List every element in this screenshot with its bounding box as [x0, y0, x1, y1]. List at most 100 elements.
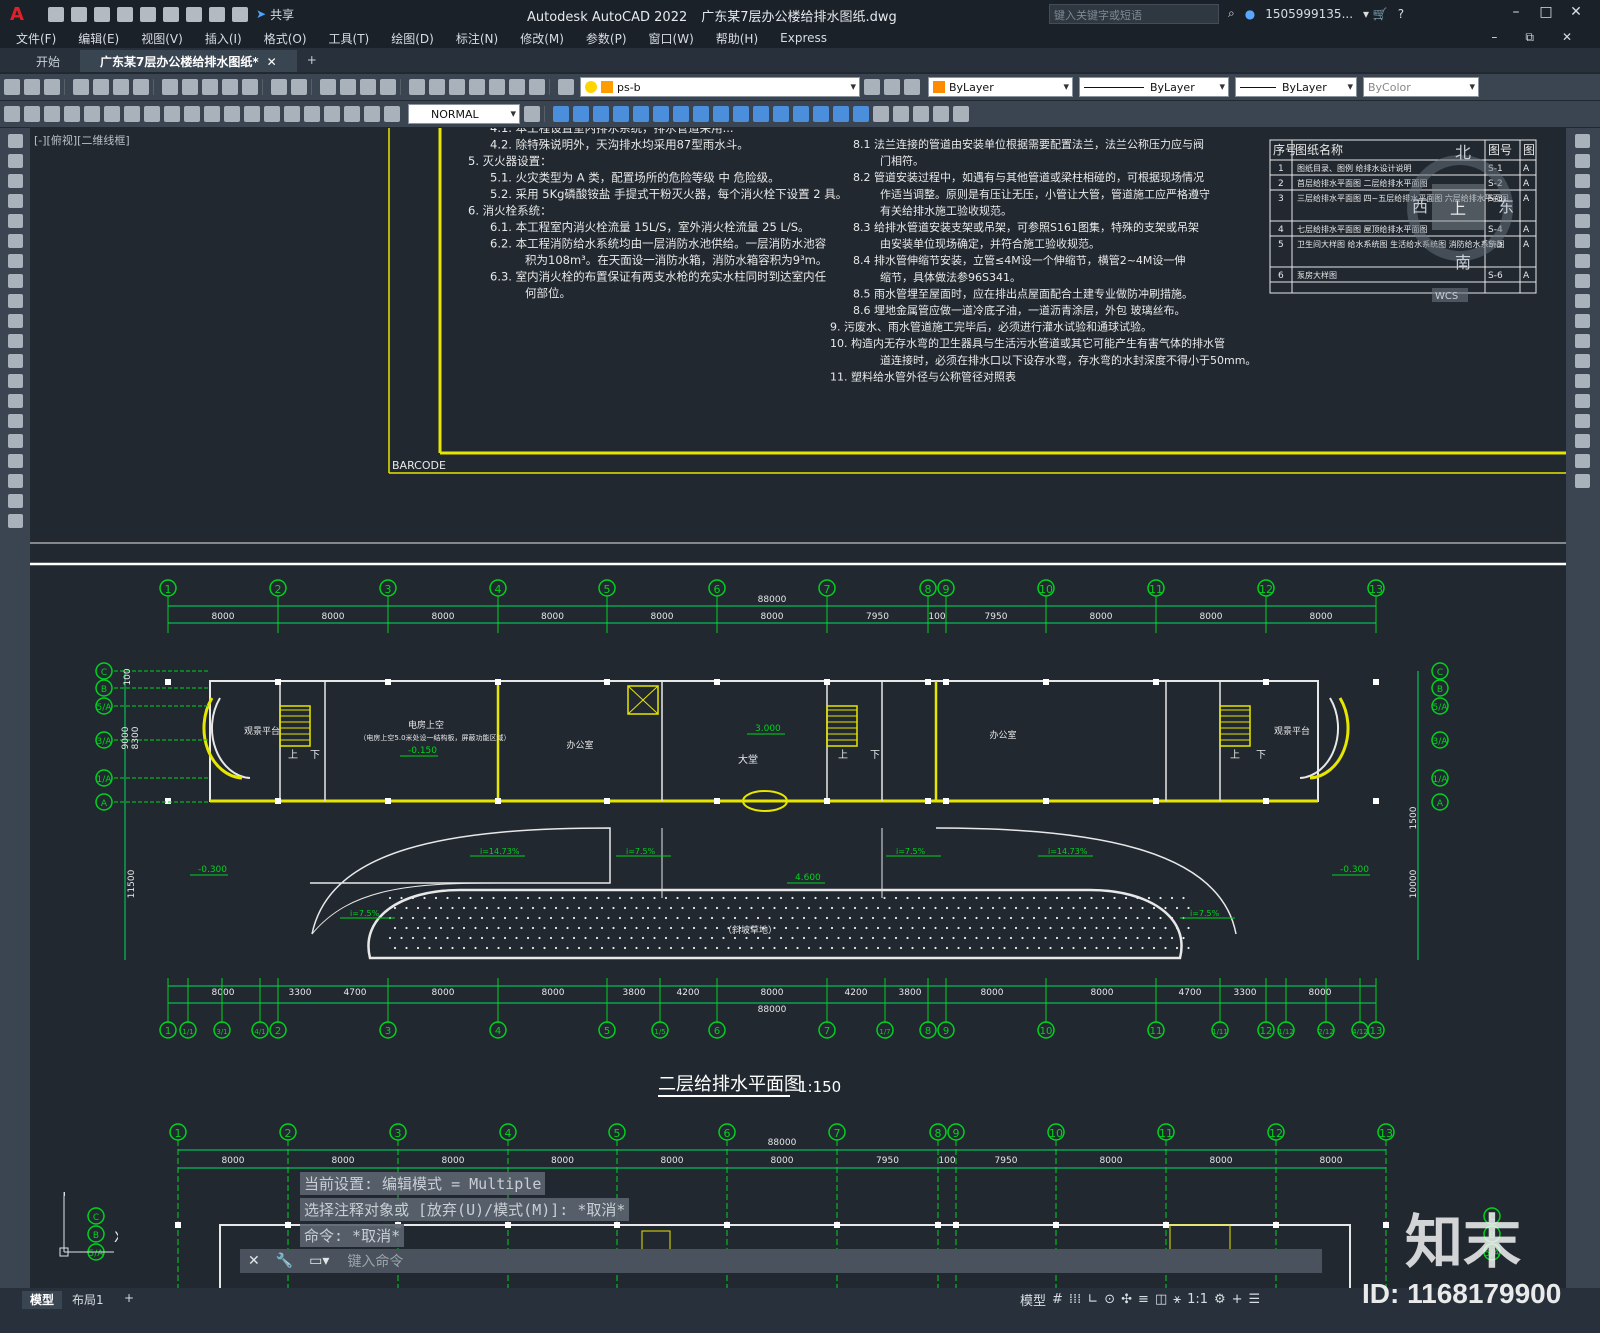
make-current-icon[interactable] — [904, 79, 920, 95]
scale-icon[interactable] — [1575, 274, 1590, 288]
add-layout-button[interactable]: + — [116, 1291, 142, 1309]
properties-icon[interactable] — [409, 79, 425, 95]
customize-status-icon[interactable]: ☰ — [1249, 1292, 1261, 1307]
menu-item-12[interactable]: Express — [780, 31, 827, 45]
copy-icon[interactable] — [182, 79, 198, 95]
tool-palettes-icon[interactable] — [449, 79, 465, 95]
tab-layout1[interactable]: 布局1 — [64, 1291, 112, 1309]
annotation-scale[interactable]: 1:1 — [1187, 1292, 1208, 1307]
menu-item-4[interactable]: 格式(O) — [264, 30, 307, 47]
extend-icon[interactable] — [733, 106, 749, 122]
dim-break-icon[interactable] — [244, 106, 260, 122]
hatch-icon[interactable] — [8, 414, 23, 428]
tab-close-icon[interactable]: ✕ — [267, 55, 277, 69]
3d-print-icon[interactable] — [133, 79, 149, 95]
explode-icon[interactable] — [833, 106, 849, 122]
zoom-previous-icon[interactable] — [380, 79, 396, 95]
rotate-icon[interactable] — [653, 106, 669, 122]
dim-angular-icon[interactable] — [144, 106, 160, 122]
dim-linear-icon[interactable] — [4, 106, 20, 122]
open-icon[interactable] — [24, 79, 40, 95]
gradient-icon[interactable] — [8, 434, 23, 448]
sheet-set-icon[interactable] — [469, 79, 485, 95]
save-web-icon[interactable] — [163, 6, 179, 22]
break-at-point-icon[interactable] — [1575, 354, 1590, 368]
move-icon[interactable] — [633, 106, 649, 122]
circle-icon[interactable] — [8, 254, 23, 268]
doc-close-icon[interactable]: ✕ — [1562, 30, 1572, 45]
cut-icon[interactable] — [162, 79, 178, 95]
dimstyle-manager-icon[interactable] — [524, 106, 540, 122]
arc-icon[interactable] — [8, 234, 23, 248]
user-area[interactable]: ⌕ ● 1505999135... ▾ 🛒 ? — [1228, 6, 1404, 21]
polar-icon[interactable]: ⊙ — [1104, 1292, 1115, 1307]
offset-icon[interactable] — [1575, 194, 1590, 208]
insert-block-icon[interactable] — [8, 354, 23, 368]
menu-item-7[interactable]: 标注(N) — [456, 30, 498, 47]
stretch-icon[interactable] — [693, 106, 709, 122]
command-prompt-icon[interactable]: ▭▾ — [309, 1253, 329, 1269]
preview-icon[interactable] — [93, 79, 109, 95]
spline-edit-icon[interactable] — [953, 106, 969, 122]
rectangle-icon[interactable] — [8, 214, 23, 228]
menu-item-0[interactable]: 文件(F) — [16, 30, 56, 47]
model-space-toggle[interactable]: 模型 — [1020, 1290, 1046, 1309]
polyline-icon[interactable] — [8, 174, 23, 188]
lineweight-icon[interactable]: ≡ — [1138, 1292, 1149, 1307]
minimize-button[interactable]: – — [1506, 4, 1526, 20]
undo-icon[interactable] — [271, 79, 287, 95]
draworder-icon[interactable] — [893, 106, 909, 122]
chamfer-icon[interactable] — [793, 106, 809, 122]
undo-icon[interactable] — [209, 6, 225, 22]
menu-item-3[interactable]: 插入(I) — [205, 30, 242, 47]
search-input[interactable]: 键入关键字或短语 — [1049, 4, 1219, 24]
markup-icon[interactable] — [489, 79, 505, 95]
new-icon[interactable] — [48, 6, 64, 22]
selection-cycling-icon[interactable]: ◫ — [1155, 1292, 1167, 1307]
tab-drawing[interactable]: 广东某7层办公楼给排水图纸* ✕ — [80, 50, 297, 72]
share-button[interactable]: ➤ 共享 — [256, 6, 294, 23]
zoom-window-icon[interactable] — [360, 79, 376, 95]
close-button[interactable]: ✕ — [1566, 4, 1586, 20]
center-mark-icon[interactable] — [284, 106, 300, 122]
match-properties-icon[interactable] — [222, 79, 238, 95]
trim-icon[interactable] — [1575, 314, 1590, 328]
copy-object-icon[interactable] — [553, 106, 569, 122]
new-tab-button[interactable]: + — [297, 50, 327, 72]
user-icon[interactable]: ● — [1245, 7, 1255, 21]
text-icon[interactable] — [873, 106, 889, 122]
lineweight-dropdown[interactable]: ByLayer — [1235, 77, 1357, 97]
print-icon[interactable] — [186, 6, 202, 22]
menu-item-2[interactable]: 视图(V) — [141, 30, 183, 47]
fillet-icon[interactable] — [1575, 434, 1590, 448]
break-icon[interactable] — [1575, 374, 1590, 388]
layer-previous-icon[interactable] — [864, 79, 880, 95]
paste-icon[interactable] — [202, 79, 218, 95]
design-center-icon[interactable] — [429, 79, 445, 95]
ellipse-icon[interactable] — [8, 314, 23, 328]
break-icon[interactable] — [753, 106, 769, 122]
array-icon[interactable] — [1575, 214, 1590, 228]
erase-icon[interactable] — [1575, 134, 1590, 148]
open-web-icon[interactable] — [140, 6, 156, 22]
open-icon[interactable] — [71, 6, 87, 22]
block-editor-icon[interactable] — [242, 79, 258, 95]
inspect-icon[interactable] — [304, 106, 320, 122]
dim-aligned-icon[interactable] — [24, 106, 40, 122]
tab-model[interactable]: 模型 — [22, 1291, 63, 1309]
redo-icon[interactable] — [291, 79, 307, 95]
save-icon[interactable] — [94, 6, 110, 22]
jogged-linear-icon[interactable] — [324, 106, 340, 122]
cart-icon[interactable]: ▾ 🛒 — [1363, 7, 1388, 21]
user-name[interactable]: 1505999135... — [1265, 7, 1353, 21]
region-icon[interactable] — [8, 454, 23, 468]
point-icon[interactable] — [8, 394, 23, 408]
drawing-canvas[interactable]: [-][俯视][二维线框] BARCODE 4.1. 本工程设置室内排水系统，排水… — [30, 128, 1566, 1288]
scale-icon[interactable] — [673, 106, 689, 122]
snap-icon[interactable]: ⁞⁞⁞ — [1069, 1292, 1081, 1307]
hatch-edit-icon[interactable] — [913, 106, 929, 122]
table-icon[interactable] — [8, 474, 23, 488]
color-dropdown[interactable]: ByLayer — [928, 77, 1073, 97]
tolerance-icon[interactable] — [264, 106, 280, 122]
dim-arc-icon[interactable] — [44, 106, 60, 122]
